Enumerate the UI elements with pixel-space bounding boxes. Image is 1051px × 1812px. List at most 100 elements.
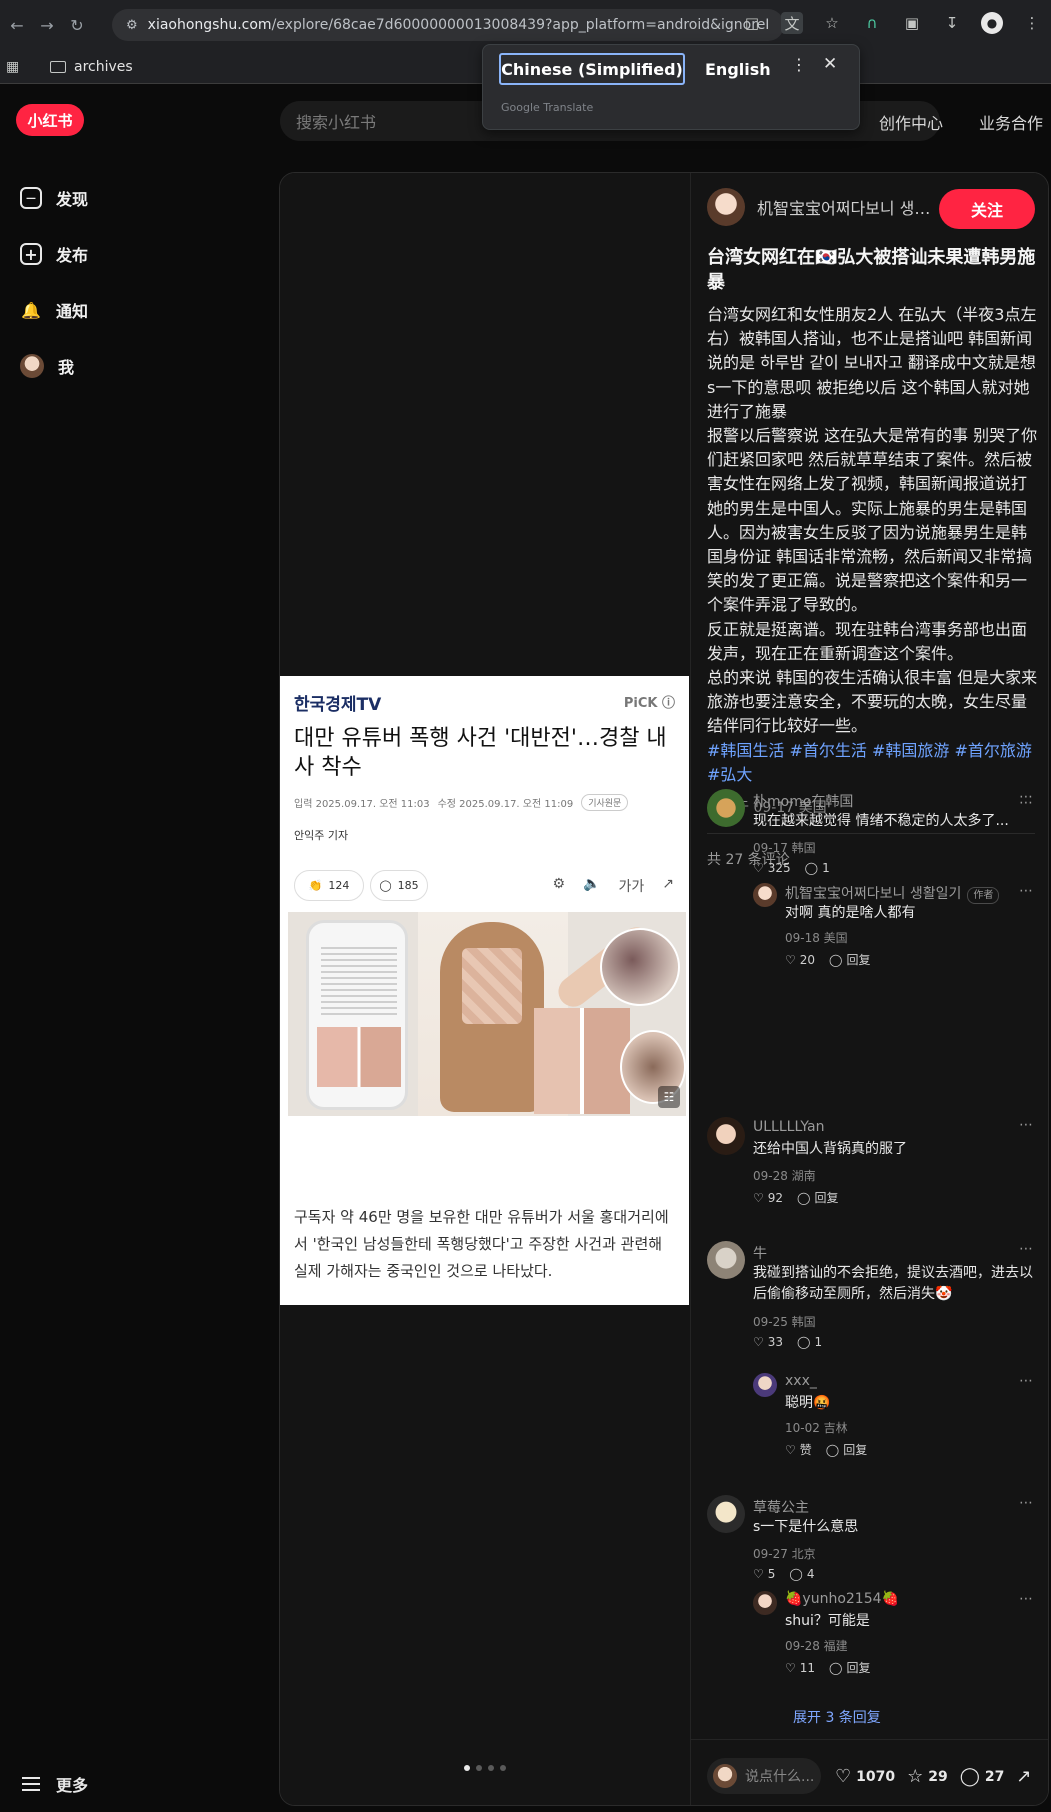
puzzle-icon[interactable]: ▣	[901, 12, 923, 34]
commenter-name[interactable]: 🍓yunho2154🍓	[785, 1591, 899, 1607]
article-reaction-count: 124	[328, 879, 350, 892]
like-button[interactable]: ♡ 5	[753, 1567, 775, 1581]
commenter-avatar[interactable]	[753, 1373, 777, 1397]
comment-input[interactable]: 说点什么...	[707, 1758, 821, 1794]
profile-icon[interactable]: ●	[981, 12, 1003, 34]
comment-meta: 09-18 美国	[785, 931, 848, 945]
bookmark-star-icon[interactable]: ☆	[821, 12, 843, 34]
reply-button[interactable]: ◯ 回复	[829, 951, 870, 968]
like-count: 325	[767, 861, 791, 875]
bookmark-archives[interactable]: archives	[50, 59, 133, 75]
reply-button[interactable]: ◯ 1	[797, 1335, 822, 1349]
reply-icon: ◯	[789, 1567, 803, 1581]
commenter-avatar[interactable]	[707, 1495, 745, 1533]
reply-button[interactable]: ◯ 1	[805, 861, 830, 875]
more-options-icon[interactable]: ⋯	[1019, 1495, 1034, 1511]
commenter-name[interactable]: 机智宝宝어쩌다보니 생활일기 作者	[785, 883, 1000, 904]
comment-meta: 09-25 韩国	[753, 1315, 816, 1329]
translate-icon[interactable]: 文	[781, 12, 803, 34]
article-screenshot[interactable]: 한국경제TV PiCK ⓘ 대만 유튜버 폭행 사건 '대반전'…경찰 내사 착…	[280, 676, 689, 1305]
commenter-name[interactable]: 牛	[753, 1243, 767, 1263]
like-button[interactable]: ♡ 92	[753, 1189, 783, 1206]
commenter-name[interactable]: ULLLLLYan	[753, 1119, 824, 1135]
reply-button[interactable]: ◯ 回复	[797, 1189, 838, 1206]
like-button[interactable]: ♡ 11	[785, 1659, 815, 1676]
commenter-name[interactable]: 草莓公主	[753, 1497, 809, 1517]
comment-meta: 10-02 吉林	[785, 1421, 848, 1435]
reply-button[interactable]: ◯ 回复	[829, 1659, 870, 1676]
sidebar-item-discover[interactable]: — 发现	[0, 170, 240, 226]
author-avatar[interactable]	[707, 188, 745, 226]
like-count: 33	[767, 1335, 784, 1349]
more-options-icon[interactable]: ⋯	[1019, 1117, 1034, 1133]
commenter-avatar[interactable]	[753, 1591, 777, 1615]
reply-button[interactable]: ◯ 4	[789, 1567, 814, 1581]
sidebar-item-publish[interactable]: + 发布	[0, 226, 240, 282]
carousel-indicator	[464, 1765, 506, 1771]
translate-source-lang[interactable]: Chinese (Simplified)	[499, 53, 685, 85]
like-button[interactable]: ♡ 325	[753, 861, 791, 875]
like-count: 92	[767, 1190, 784, 1205]
comment-button[interactable]: ◯ 27	[960, 1766, 1005, 1787]
media-carousel[interactable]: 한국경제TV PiCK ⓘ 대만 유튜버 폭행 사건 '대반전'…경찰 내사 착…	[280, 173, 689, 1805]
carousel-dot[interactable]	[464, 1765, 470, 1771]
engage-bar: 说点什么... ♡ 1070 ☆ 29 ◯ 27 ↗	[691, 1739, 1048, 1805]
like-note-button[interactable]: ♡ 1070	[835, 1766, 895, 1787]
more-options-icon[interactable]: ⋯	[1019, 1373, 1034, 1389]
author-name[interactable]: 机智宝宝어쩌다보니 생활일기	[757, 195, 933, 219]
more-options-icon[interactable]: ⋯	[1019, 789, 1034, 805]
commenter-avatar[interactable]	[707, 1117, 745, 1155]
business-link[interactable]: 业务合作	[979, 110, 1043, 134]
avatar	[713, 1764, 737, 1788]
like-button[interactable]: ♡ 33	[753, 1335, 783, 1349]
article-tools: ⚙ 🔈 가가 ↗	[553, 876, 675, 896]
expand-replies-link[interactable]: 展开 3 条回复	[793, 1707, 881, 1727]
reply-icon: ◯	[797, 1190, 811, 1205]
reply-count: 1	[822, 861, 830, 875]
install-app-icon[interactable]: □	[741, 12, 763, 34]
bruise-photo	[600, 928, 680, 1006]
note-tags[interactable]: #韩国生活 #首尔生活 #韩国旅游 #首尔旅游 #弘大	[707, 739, 1041, 787]
article-source-chip: 기사원문	[581, 794, 629, 811]
more-options-icon[interactable]: ⋯	[1019, 1591, 1034, 1607]
more-options-icon[interactable]: ⋯	[1019, 1241, 1034, 1257]
extension-logo-icon[interactable]: ∩	[861, 12, 883, 34]
menu-kebab-icon[interactable]: ⋮	[1021, 12, 1043, 34]
sidebar-item-me[interactable]: 我	[0, 338, 240, 394]
carousel-dot[interactable]	[488, 1765, 494, 1771]
more-options-icon[interactable]: ⋯	[1019, 883, 1034, 899]
back-icon[interactable]: ←	[4, 12, 30, 38]
xiaohongshu-logo[interactable]: 小红书	[16, 104, 84, 136]
close-icon[interactable]: ✕	[823, 54, 837, 74]
reply-label: 回复	[846, 953, 871, 967]
commenter-avatar[interactable]	[707, 1241, 745, 1279]
commenter-name[interactable]: 朴momo在韩国	[753, 791, 853, 811]
commenter-name[interactable]: xxx_	[785, 1373, 817, 1389]
address-bar[interactable]: ⚙ xiaohongshu.com/explore/68cae7d6000000…	[112, 9, 784, 41]
reload-icon[interactable]: ↻	[64, 12, 90, 38]
collect-button[interactable]: ☆ 29	[907, 1766, 948, 1787]
article-reactions: 👏 124	[294, 870, 364, 901]
sidebar-item-notifications[interactable]: 🔔 通知	[0, 282, 240, 338]
creator-center-link[interactable]: 创作中心	[879, 110, 943, 134]
apps-grid-icon[interactable]: ▦	[6, 59, 26, 75]
translate-target-lang[interactable]: English	[705, 53, 771, 85]
comment-actions: ♡ 5 ◯ 4	[753, 1567, 814, 1581]
download-icon[interactable]: ↧	[941, 12, 963, 34]
carousel-dot[interactable]	[500, 1765, 506, 1771]
sidebar-item-more[interactable]: 更多	[0, 1766, 88, 1802]
carousel-dot[interactable]	[476, 1765, 482, 1771]
commenter-avatar[interactable]	[707, 789, 745, 827]
follow-button[interactable]: 关注	[939, 189, 1035, 229]
forward-icon[interactable]: →	[34, 12, 60, 38]
like-button[interactable]: ♡ 20	[785, 951, 815, 968]
reply-button[interactable]: ◯ 回复	[826, 1441, 867, 1458]
search-input[interactable]: 搜索小红书	[280, 101, 500, 141]
sidebar-item-label: 更多	[56, 1776, 89, 1795]
like-button[interactable]: ♡ 赞	[785, 1441, 812, 1458]
comment-meta: 09-28 湖南	[753, 1169, 816, 1183]
share-button[interactable]: ↗	[1016, 1766, 1031, 1787]
translate-options-icon[interactable]: ⋮	[791, 55, 807, 74]
site-info-icon[interactable]: ⚙	[126, 18, 138, 33]
commenter-avatar[interactable]	[753, 883, 777, 907]
